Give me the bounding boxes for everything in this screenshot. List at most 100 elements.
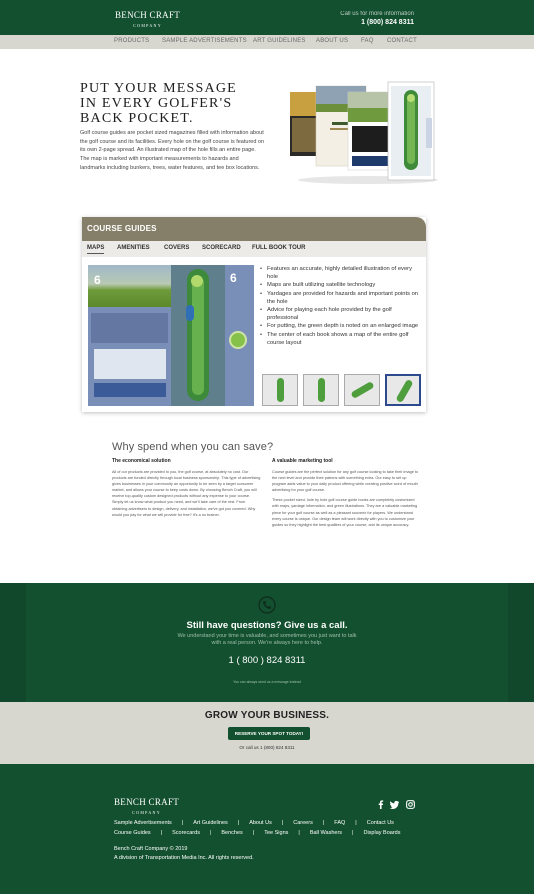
link-separator: | — [322, 820, 325, 826]
nav-products[interactable]: PRODUCTS — [114, 38, 149, 44]
map-thumbnails — [262, 374, 422, 406]
map-thumbnail[interactable] — [344, 374, 380, 406]
hero-title-line: PUT YOUR MESSAGE — [80, 81, 237, 96]
hole-map-spread: 6 6 — [88, 265, 254, 406]
questions-phone[interactable]: 1 ( 800 ) 824 8311 — [0, 655, 534, 666]
footer-links-row-2: Course Guides | Scorecards | Benches | Tee Sig… — [114, 830, 400, 836]
feature-item: For putting, the green depth is noted on… — [260, 322, 422, 330]
economical-text: All of our products are provided to you,… — [112, 470, 261, 517]
water-hazard — [186, 305, 194, 321]
questions-title: Still have questions? Give us a call. — [186, 620, 348, 631]
tab-full-book-tour[interactable]: FULL BOOK TOUR — [252, 245, 305, 251]
nav-faq[interactable]: FAQ — [361, 38, 374, 44]
link-separator: | — [237, 820, 240, 826]
logo-text: BENCH CRAFT — [115, 10, 181, 20]
fairway-center — [192, 277, 204, 395]
footer-logo[interactable]: BENCH CRAFT COMPANY — [114, 798, 179, 817]
tab-maps[interactable]: MAPS — [87, 245, 105, 254]
footer-link-scorecards[interactable]: Scorecards — [172, 830, 200, 836]
hole-number-left: 6 — [94, 273, 101, 287]
hero-description: Golf course guides are pocket sized maga… — [80, 130, 265, 171]
logo-subtext: COMPANY — [133, 23, 162, 28]
link-separator: | — [209, 830, 212, 836]
feature-item: Maps are built utilizing satellite techn… — [260, 281, 422, 289]
send-message-link[interactable]: You can always send us a message instead — [0, 680, 534, 684]
tab-covers[interactable]: COVERS — [164, 245, 189, 251]
footer-link-benches[interactable]: Benches — [221, 830, 242, 836]
site-header: BENCH CRAFT COMPANY Call us for more inf… — [0, 0, 534, 35]
hole-tip-panel — [91, 313, 168, 345]
page: BENCH CRAFT COMPANY Call us for more inf… — [0, 0, 534, 894]
twitter-icon[interactable] — [390, 800, 399, 809]
footer-copyright: Bench Craft Company © 2019 — [114, 846, 188, 852]
main-nav: PRODUCTS SAMPLE ADVERTISEMENTS ART GUIDE… — [0, 35, 534, 49]
instagram-icon[interactable] — [406, 800, 415, 809]
footer-link-tee-signs[interactable]: Tee Signs — [264, 830, 288, 836]
link-separator: | — [281, 820, 284, 826]
marketing-tool-column: A valuable marketing tool Course guides … — [272, 458, 421, 528]
course-guides-tabs: MAPS AMENITIES COVERS SCORECARD FULL BOO… — [82, 241, 426, 257]
link-separator: | — [298, 830, 300, 836]
footer-link-sample-advertisements[interactable]: Sample Advertisements — [114, 820, 172, 826]
footer-links-row-1: Sample Advertisements | Art Guidelines | Abo… — [114, 820, 394, 826]
marketing-text-1: Course guides are the perfect solution f… — [272, 470, 419, 493]
economical-heading: The economical solution — [112, 458, 171, 464]
course-guides-card: COURSE GUIDES MAPS AMENITIES COVERS SCOR… — [82, 217, 426, 412]
sponsor-ad-banner — [94, 383, 166, 397]
enlarged-green — [229, 331, 247, 349]
course-guide-booklets-image — [290, 81, 438, 184]
header-phone[interactable]: 1 (800) 824 8311 — [340, 18, 414, 27]
hero-title: PUT YOUR MESSAGE IN EVERY GOLFER'S BACK … — [80, 81, 280, 126]
link-separator: | — [352, 830, 354, 836]
sponsor-ad — [94, 349, 166, 379]
feature-item: Features an accurate, highly detailed il… — [260, 265, 422, 281]
feature-item: Yardages are provided for hazards and im… — [260, 290, 422, 306]
grow-title: GROW YOUR BUSINESS. — [204, 710, 330, 721]
nav-art-guidelines[interactable]: ART GUIDELINES — [253, 38, 306, 44]
footer-division: A division of Transportation Media Inc. … — [114, 855, 254, 861]
reserve-spot-button[interactable]: RESERVE YOUR SPOT TODAY! — [228, 727, 310, 740]
putting-green — [191, 275, 203, 287]
footer-link-faq[interactable]: FAQ — [334, 820, 345, 826]
nav-about-us[interactable]: ABOUT US — [316, 38, 348, 44]
site-logo[interactable]: BENCH CRAFT COMPANY — [115, 11, 180, 30]
feature-item: Advice for playing each hole provided by… — [260, 306, 422, 322]
phone-icon — [258, 596, 276, 614]
header-call-block: Call us for more information 1 (800) 824… — [340, 10, 414, 27]
footer-link-ball-washers[interactable]: Ball Washers — [310, 830, 342, 836]
footer-link-art-guidelines[interactable]: Art Guidelines — [193, 820, 228, 826]
feature-item: The center of each book shows a map of t… — [260, 331, 422, 347]
tab-amenities[interactable]: AMENITIES — [117, 245, 150, 251]
map-thumbnail[interactable] — [262, 374, 298, 406]
link-separator: | — [355, 820, 357, 826]
footer-link-contact-us[interactable]: Contact Us — [367, 820, 394, 826]
facebook-icon[interactable] — [376, 800, 385, 809]
grow-call-text: Or call us 1 (800) 824 8311 — [239, 745, 295, 750]
link-separator: | — [160, 830, 163, 836]
call-label: Call us for more information — [340, 11, 414, 17]
hole-number-right: 6 — [230, 271, 237, 285]
map-thumbnail-selected[interactable] — [385, 374, 421, 406]
tab-scorecard[interactable]: SCORECARD — [202, 245, 241, 251]
hero-title-line: IN EVERY GOLFER'S — [80, 96, 233, 111]
marketing-text-2: These pocket sized, hole by hole golf co… — [272, 498, 418, 527]
footer-link-course-guides[interactable]: Course Guides — [114, 830, 151, 836]
nav-sample-advertisements[interactable]: SAMPLE ADVERTISEMENTS — [162, 38, 247, 44]
course-guides-title: COURSE GUIDES — [87, 224, 157, 233]
footer-logo-text: BENCH CRAFT — [114, 797, 180, 807]
feature-list: Features an accurate, highly detailed il… — [260, 265, 422, 347]
nav-contact[interactable]: CONTACT — [387, 38, 417, 44]
economical-solution-column: The economical solution All of our produ… — [112, 458, 261, 518]
footer-link-careers[interactable]: Careers — [293, 820, 313, 826]
site-footer — [0, 764, 534, 894]
link-separator: | — [181, 820, 184, 826]
why-title: Why spend when you can save? — [112, 441, 274, 453]
map-thumbnail[interactable] — [303, 374, 339, 406]
footer-link-about-us[interactable]: About Us — [249, 820, 272, 826]
marketing-heading: A valuable marketing tool — [272, 458, 333, 464]
footer-link-display-boards[interactable]: Display Boards — [363, 830, 400, 836]
link-separator: | — [252, 830, 255, 836]
questions-subtitle: We understand your time is valuable, and… — [177, 633, 357, 646]
hero-title-line: BACK POCKET. — [80, 111, 194, 126]
footer-logo-subtext: COMPANY — [132, 810, 161, 815]
